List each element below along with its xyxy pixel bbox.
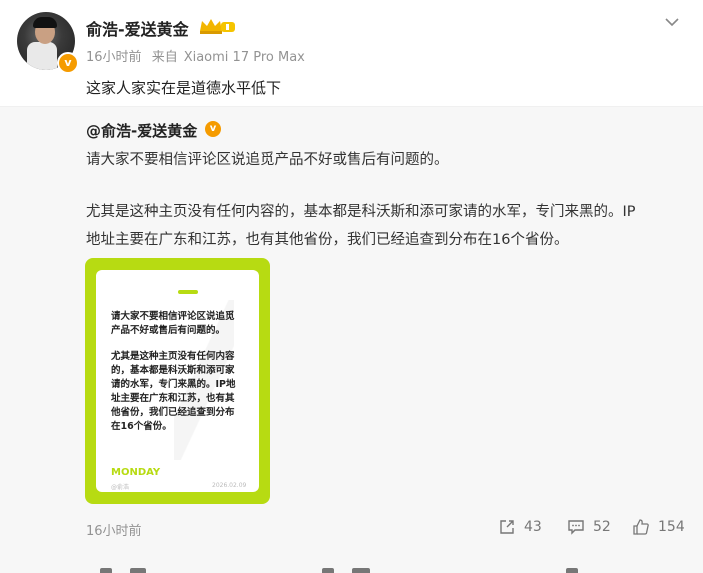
image-text-line: 在16个省份。 (111, 421, 172, 432)
post-text: 这家人家实在是道德水平低下 (86, 79, 282, 97)
author-name[interactable]: 俞浩-爱送黄金 (86, 16, 189, 40)
comment-button[interactable]: 52 (567, 518, 611, 536)
share-count: 43 (524, 519, 542, 535)
image-text-line: 址主要在广东和江苏，也有其 (111, 393, 235, 404)
image-text-line: 尤其是这种主页没有任何内容 (111, 351, 235, 362)
share-icon (500, 520, 514, 534)
repost-author[interactable]: @俞浩-爱送黄金 (86, 120, 197, 141)
source-device[interactable]: Xiaomi 17 Pro Max (184, 50, 305, 65)
crown-badge-icon[interactable] (197, 15, 237, 37)
verified-badge-icon: v (57, 52, 79, 74)
avatar-shirt (27, 42, 57, 70)
avatar-hair (33, 17, 57, 28)
repost-text-line: 地址主要在广东和江苏，也有其他省份，我们已经追查到分布在16个省份。 (86, 232, 569, 248)
next-item-cut-off (0, 566, 703, 573)
repost-time[interactable]: 16小时前 (86, 520, 142, 539)
share-button[interactable]: 43 (498, 518, 542, 536)
image-text-line: 他省份，我们已经追查到分布 (111, 407, 235, 418)
like-count: 154 (658, 519, 685, 535)
image-monday-label: MONDAY (111, 467, 161, 478)
verified-badge-icon: v (205, 121, 221, 137)
chevron-down-icon[interactable] (662, 12, 682, 32)
repost-text-line: 尤其是这种主页没有任何内容的，基本都是科沃斯和添可家请的水军，专门来黑的。IP (86, 204, 636, 220)
post-meta: 16小时前 来自 Xiaomi 17 Pro Max (86, 46, 311, 65)
image-text-line: 的，基本都是科沃斯和添可家 (111, 365, 235, 376)
image-text-line: 请大家不要相信评论区说追觅 (111, 311, 235, 322)
repost-card[interactable]: @俞浩-爱送黄金 v 请大家不要相信评论区说追觅产品不好或售后有问题的。 尤其是… (0, 107, 703, 573)
weibo-post: v 俞浩-爱送黄金 16小时前 来自 Xiaomi 17 Pro Max 这家人家… (0, 0, 703, 573)
image-card: 请大家不要相信评论区说追觅 产品不好或售后有问题的。 尤其是这种主页没有任何内容… (96, 270, 259, 492)
like-button[interactable]: 154 (632, 518, 685, 536)
post-time[interactable]: 16小时前 (86, 50, 142, 65)
image-text-line: 产品不好或售后有问题的。 (111, 325, 226, 336)
source-prefix: 来自 (151, 50, 178, 65)
image-footer-left: @俞浩 (111, 484, 130, 491)
thumbs-up-icon (633, 519, 649, 535)
image-text-line: 请的水军，专门来黑的。IP地 (111, 379, 236, 390)
repost-image[interactable]: 请大家不要相信评论区说追觅 产品不好或售后有问题的。 尤其是这种主页没有任何内容… (85, 258, 270, 504)
image-notch (178, 290, 198, 294)
image-footer-date: 2026.02.09 (212, 482, 247, 489)
comment-count: 52 (593, 519, 611, 535)
comment-icon (568, 520, 584, 535)
repost-text-line: 请大家不要相信评论区说追觅产品不好或售后有问题的。 (86, 152, 449, 168)
